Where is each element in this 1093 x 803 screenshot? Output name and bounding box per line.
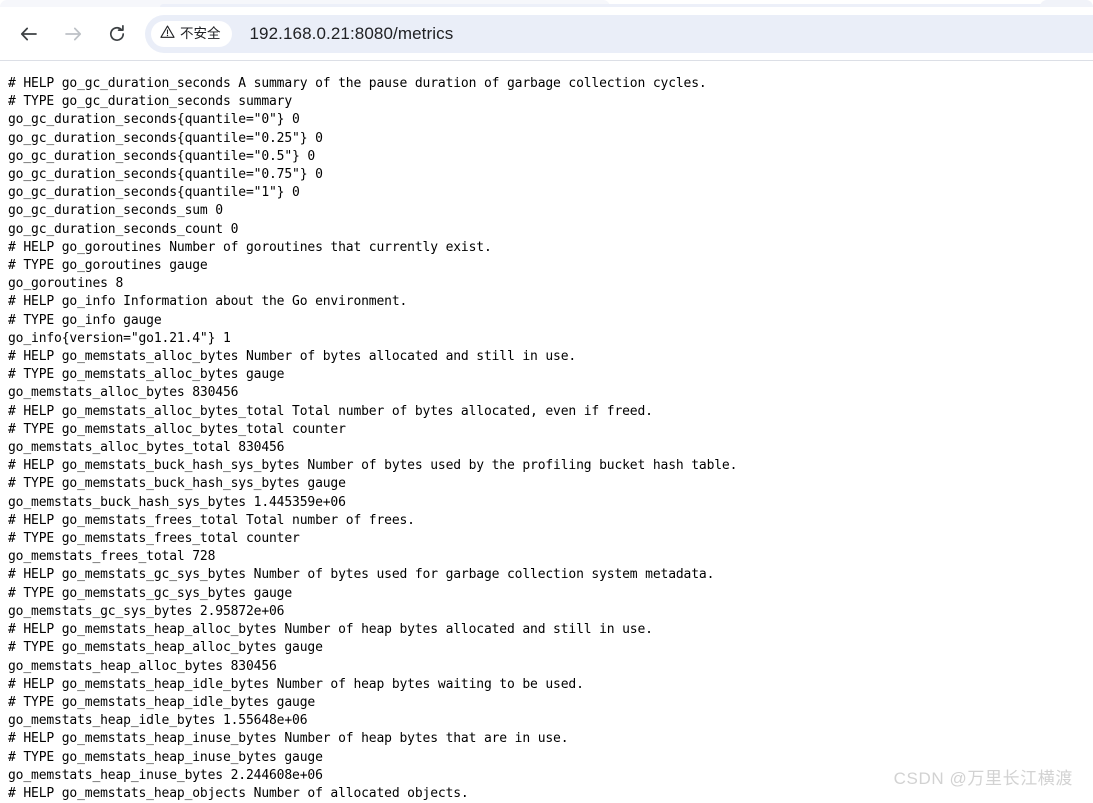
tab-strip-right-stub (1040, 0, 1093, 7)
csdn-watermark: CSDN @万里长江横渡 (893, 769, 1073, 788)
back-button[interactable] (12, 17, 46, 51)
back-arrow-icon (19, 24, 39, 44)
reload-button[interactable] (100, 17, 134, 51)
address-bar[interactable]: 不安全 192.168.0.21:8080/metrics (145, 15, 1093, 53)
forward-arrow-icon (63, 24, 83, 44)
metrics-plaintext: # HELP go_gc_duration_seconds A summary … (8, 76, 738, 801)
security-status-chip[interactable]: 不安全 (151, 21, 232, 47)
forward-button[interactable] (56, 17, 90, 51)
reload-icon (107, 24, 127, 44)
browser-toolbar: 不安全 192.168.0.21:8080/metrics (0, 7, 1093, 60)
warning-triangle-icon (160, 24, 175, 44)
url-text[interactable]: 192.168.0.21:8080/metrics (250, 24, 454, 44)
tab-strip (0, 0, 1093, 7)
browser-chrome: 不安全 192.168.0.21:8080/metrics (0, 0, 1093, 61)
page-content-area: # HELP go_gc_duration_seconds A summary … (0, 61, 1093, 803)
security-status-label: 不安全 (180, 26, 221, 42)
